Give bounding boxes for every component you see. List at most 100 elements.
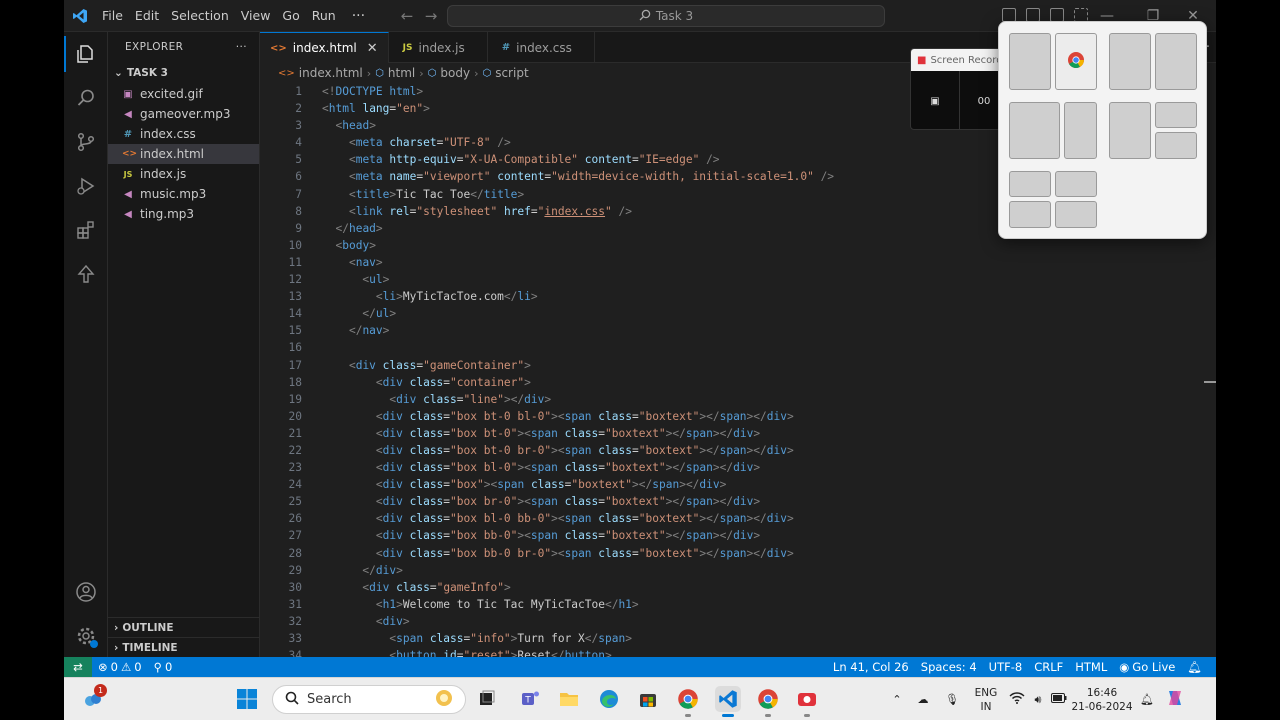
tab-index-css[interactable]: # index.css xyxy=(488,32,595,63)
code-line[interactable]: 33 <span class="info">Turn for X</span> xyxy=(260,630,1216,647)
code-line[interactable]: 19 <div class="line"></div> xyxy=(260,391,1216,408)
menu-edit[interactable]: Edit xyxy=(129,4,165,28)
microphone-icon[interactable]: 🎙︎ xyxy=(938,693,966,706)
onedrive-sync-icon[interactable]: ☁ xyxy=(908,693,938,706)
file-item[interactable]: JS index.js xyxy=(108,164,259,184)
code-line[interactable]: 32 <div> xyxy=(260,613,1216,630)
file-item[interactable]: ◀ music.mp3 xyxy=(108,184,259,204)
scrollbar-thumb[interactable] xyxy=(1204,381,1216,383)
chrome-icon[interactable] xyxy=(675,686,701,717)
microsoft-store-icon[interactable] xyxy=(635,686,661,712)
source-control-icon[interactable] xyxy=(64,120,108,164)
ports-indicator[interactable]: ⚲ 0 xyxy=(148,660,179,674)
file-item[interactable]: # index.css xyxy=(108,124,259,144)
problems-indicator[interactable]: ⊗ 0 ⚠ 0 xyxy=(92,660,148,674)
file-item[interactable]: ◀ ting.mp3 xyxy=(108,204,259,224)
notifications-bell-icon[interactable]: 🔔︎ xyxy=(1181,660,1208,674)
menu-run[interactable]: Run xyxy=(306,4,342,28)
start-windows-icon[interactable] xyxy=(234,686,260,712)
taskbar-search-input[interactable]: Search xyxy=(272,685,466,714)
snap-zone-half-left[interactable] xyxy=(1009,33,1051,90)
explorer-icon[interactable] xyxy=(64,32,108,76)
battery-icon[interactable] xyxy=(1048,693,1070,706)
menu-selection[interactable]: Selection xyxy=(165,4,235,28)
indentation[interactable]: Spaces: 4 xyxy=(915,660,983,674)
code-line[interactable]: 16 xyxy=(260,339,1216,356)
cursor-position[interactable]: Ln 41, Col 26 xyxy=(827,660,915,674)
volume-icon[interactable]: 🔊︎ xyxy=(1028,693,1048,707)
snap-zone-4-left[interactable] xyxy=(1109,102,1151,159)
code-line[interactable]: 14 </ul> xyxy=(260,305,1216,322)
menu-view[interactable]: View xyxy=(235,4,277,28)
menu-file[interactable]: File xyxy=(96,4,129,28)
notification-bell-icon[interactable]: 🔔︎ xyxy=(1134,693,1160,706)
chevron-up-icon[interactable]: ⌃ xyxy=(886,693,908,706)
snap-zone-3-right[interactable] xyxy=(1064,102,1097,159)
code-line[interactable]: 11 <nav> xyxy=(260,254,1216,271)
code-line[interactable]: 30 <div class="gameInfo"> xyxy=(260,579,1216,596)
snap-zone-4-bottom-right[interactable] xyxy=(1155,132,1197,159)
go-live-button[interactable]: ◉ Go Live xyxy=(1113,660,1181,674)
timeline-section[interactable]: › TIMELINE xyxy=(108,637,260,657)
menu-go[interactable]: Go xyxy=(276,4,305,28)
task-view-icon[interactable] xyxy=(474,686,500,712)
run-debug-icon[interactable] xyxy=(64,164,108,208)
code-line[interactable]: 10 <body> xyxy=(260,237,1216,254)
snap-zone-quad-br[interactable] xyxy=(1055,201,1097,228)
accounts-icon[interactable] xyxy=(64,570,108,614)
code-line[interactable]: 22 <div class="box bt-0 br-0"><span clas… xyxy=(260,442,1216,459)
code-line[interactable]: 12 <ul> xyxy=(260,271,1216,288)
snap-zone-2a-right[interactable] xyxy=(1155,33,1197,90)
close-tab-icon[interactable]: ✕ xyxy=(367,41,378,56)
search-icon[interactable] xyxy=(64,76,108,120)
manage-gear-icon[interactable] xyxy=(64,614,108,658)
code-line[interactable]: 31 <h1>Welcome to Tic Tac MyTicTacToe</h… xyxy=(260,596,1216,613)
wifi-icon[interactable] xyxy=(1006,692,1028,707)
code-line[interactable]: 18 <div class="container"> xyxy=(260,374,1216,391)
back-arrow-icon[interactable]: ← xyxy=(395,7,419,25)
code-line[interactable]: 26 <div class="box bl-0 bb-0"><span clas… xyxy=(260,510,1216,527)
language-mode[interactable]: HTML xyxy=(1069,660,1113,674)
folder-task3[interactable]: ⌄ TASK 3 xyxy=(108,62,259,84)
widgets-icon[interactable]: 1 xyxy=(80,684,107,712)
screen-recorder-icon[interactable] xyxy=(794,686,820,717)
code-line[interactable]: 34 <button id="reset">Reset</button> xyxy=(260,647,1216,657)
forward-arrow-icon[interactable]: → xyxy=(419,7,443,25)
code-line[interactable]: 29 </div> xyxy=(260,562,1216,579)
code-line[interactable]: 25 <div class="box br-0"><span class="bo… xyxy=(260,493,1216,510)
toggle-panel-icon[interactable] xyxy=(1026,8,1040,22)
snap-zone-quad-tr[interactable] xyxy=(1055,171,1097,197)
encoding[interactable]: UTF-8 xyxy=(983,660,1029,674)
code-line[interactable]: 17 <div class="gameContainer"> xyxy=(260,357,1216,374)
language-indicator[interactable]: ENG IN xyxy=(966,686,1006,714)
snap-zone-3-left[interactable] xyxy=(1009,102,1060,159)
recorder-folder-icon[interactable]: ▣ xyxy=(911,71,960,129)
screen-recorder-window[interactable]: ■ Screen Recorder ▣ 00 xyxy=(910,48,1010,130)
code-line[interactable]: 27 <div class="box bb-0"><span class="bo… xyxy=(260,527,1216,544)
copilot-icon[interactable] xyxy=(1160,688,1190,711)
tab-index-html[interactable]: <> index.html ✕ xyxy=(260,32,389,63)
breadcrumb-item[interactable]: body xyxy=(440,66,470,80)
remote-icon[interactable]: ⇄ xyxy=(64,657,92,677)
explorer-more-button[interactable]: ··· xyxy=(236,41,247,53)
code-line[interactable]: 28 <div class="box bb-0 br-0"><span clas… xyxy=(260,545,1216,562)
code-line[interactable]: 15 </nav> xyxy=(260,322,1216,339)
code-line[interactable]: 20 <div class="box bt-0 bl-0"><span clas… xyxy=(260,408,1216,425)
code-line[interactable]: 24 <div class="box"><span class="boxtext… xyxy=(260,476,1216,493)
file-item[interactable]: ◀ gameover.mp3 xyxy=(108,104,259,124)
toggle-secondary-sidebar-icon[interactable] xyxy=(1050,8,1064,22)
file-explorer-icon[interactable] xyxy=(556,686,582,712)
command-center-search[interactable]: Task 3 xyxy=(447,5,885,27)
edge-icon[interactable] xyxy=(596,686,622,712)
snap-zone-2a-left[interactable] xyxy=(1109,33,1151,90)
chrome-icon-second[interactable] xyxy=(755,686,781,717)
file-item[interactable]: <> index.html xyxy=(108,144,259,164)
snap-zone-4-top-right[interactable] xyxy=(1155,102,1197,128)
tab-index-js[interactable]: JS index.js xyxy=(389,32,488,63)
code-line[interactable]: 21 <div class="box bt-0"><span class="bo… xyxy=(260,425,1216,442)
line-ending[interactable]: CRLF xyxy=(1028,660,1069,674)
teams-icon[interactable]: T xyxy=(517,686,543,712)
snap-zone-quad-bl[interactable] xyxy=(1009,201,1051,228)
toggle-sidebar-icon[interactable] xyxy=(1002,8,1016,22)
testing-icon[interactable] xyxy=(64,252,108,296)
